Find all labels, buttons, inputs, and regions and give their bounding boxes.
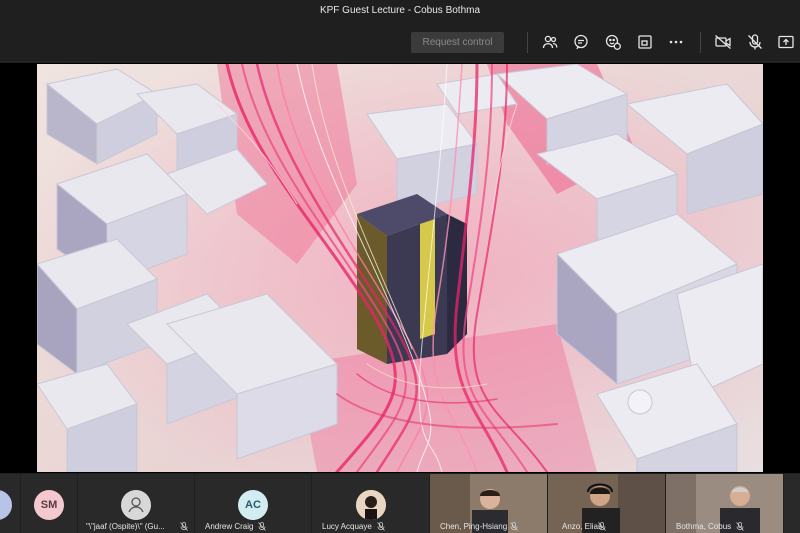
participant-tile[interactable]	[784, 474, 800, 533]
participant-name: Lucy Acquaye	[322, 522, 372, 531]
participant-tile[interactable]: AC Andrew Craig	[195, 474, 311, 533]
camera-off-icon[interactable]	[714, 33, 732, 51]
chat-icon[interactable]	[572, 33, 590, 51]
avatar: AC	[238, 490, 268, 520]
mic-off-icon	[598, 522, 606, 531]
participant-tile[interactable]: "\"jaaf (Ospite)\" (Gu...	[78, 474, 194, 533]
meeting-toolbar: Request control	[0, 22, 800, 62]
participant-tile[interactable]	[0, 474, 20, 533]
avatar	[121, 490, 151, 520]
participant-video-tile[interactable]: Anzo, Elias	[548, 474, 665, 533]
participant-name: Anzo, Elias	[562, 522, 603, 531]
people-icon[interactable]	[541, 33, 559, 51]
shared-screen	[37, 64, 763, 472]
participant-tile[interactable]: SM	[21, 474, 77, 533]
more-icon[interactable]	[667, 33, 685, 51]
reactions-icon[interactable]	[604, 33, 622, 51]
participant-name: Andrew Craig	[205, 522, 254, 531]
mic-off-icon	[377, 522, 385, 531]
window-title: KPF Guest Lecture - Cobus Bothma	[0, 0, 800, 22]
mic-off-icon	[258, 522, 266, 531]
rooms-icon[interactable]	[636, 33, 654, 51]
mic-off-icon	[736, 522, 744, 531]
mic-off-icon[interactable]	[746, 33, 764, 51]
avatar: SM	[34, 490, 64, 520]
participant-name: Chen, Ping-Hsiang	[440, 522, 508, 531]
participant-tile[interactable]: Lucy Acquaye	[312, 474, 429, 533]
mic-off-icon	[510, 522, 518, 531]
share-icon[interactable]	[777, 33, 795, 51]
participant-gallery: SM "\"jaaf (Ospite)\" (Gu... AC Andrew C…	[0, 473, 800, 533]
toolbar-divider	[700, 32, 701, 53]
participant-name: "\"jaaf (Ospite)\" (Gu...	[86, 522, 165, 531]
avatar	[0, 490, 12, 520]
avatar	[356, 490, 386, 520]
participant-video-tile[interactable]: Chen, Ping-Hsiang	[430, 474, 547, 533]
participant-video-tile[interactable]: Bothma, Cobus	[666, 474, 783, 533]
person-icon	[128, 497, 144, 513]
request-control-button[interactable]: Request control	[411, 32, 504, 53]
main-stage	[0, 63, 800, 473]
mic-off-icon	[180, 522, 188, 531]
urban-wind-simulation-render	[37, 64, 763, 472]
toolbar-divider	[527, 32, 528, 53]
profile-photo-icon	[356, 490, 386, 520]
participant-name: Bothma, Cobus	[676, 522, 732, 531]
